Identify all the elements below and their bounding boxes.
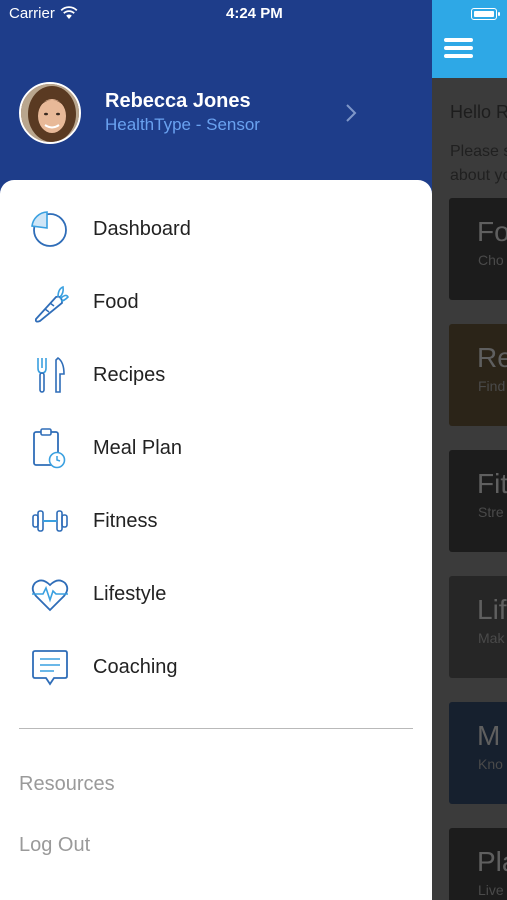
card-title: M bbox=[477, 720, 501, 751]
chevron-right-icon bbox=[346, 104, 357, 122]
dumbbell-icon bbox=[32, 510, 68, 532]
chat-bubble-icon bbox=[32, 650, 68, 686]
menu-item-dashboard[interactable]: Dashboard bbox=[0, 200, 432, 260]
menu-item-label: Meal Plan bbox=[93, 437, 182, 459]
profile-header[interactable]: Rebecca Jones HealthType - Sensor bbox=[0, 60, 432, 170]
status-bar: Carrier 4:24 PM bbox=[0, 0, 432, 26]
background-card[interactable]: Re Find bbox=[449, 324, 507, 426]
menu-item-label: Recipes bbox=[93, 364, 166, 386]
menu-item-label: Fitness bbox=[93, 510, 158, 532]
card-title: Fo bbox=[477, 216, 507, 247]
card-title: Lif bbox=[477, 594, 507, 625]
menu-item-meal-plan[interactable]: Meal Plan bbox=[0, 419, 432, 479]
card-subtitle: Find bbox=[478, 378, 506, 394]
card-title: Pla bbox=[477, 846, 507, 877]
menu-item-recipes[interactable]: Recipes bbox=[0, 346, 432, 406]
menu-item-food[interactable]: Food bbox=[0, 273, 432, 333]
heart-pulse-icon bbox=[31, 579, 69, 612]
hamburger-menu-icon[interactable] bbox=[444, 36, 473, 60]
menu-item-lifestyle[interactable]: Lifestyle bbox=[0, 565, 432, 625]
card-subtitle: Kno bbox=[478, 756, 503, 772]
navigation-drawer: Carrier 4:24 PM Rebecca Jones HealthType… bbox=[0, 0, 432, 900]
background-content: Hello R Please s about yo Fo Cho Re Find… bbox=[431, 78, 507, 900]
menu-list: Dashboard Food Recipes Meal Plan Fitness… bbox=[0, 180, 432, 900]
background-card[interactable]: Pla Live bbox=[449, 828, 507, 900]
background-screen: Hello R Please s about yo Fo Cho Re Find… bbox=[431, 0, 507, 900]
wifi-icon bbox=[60, 6, 78, 19]
menu-item-fitness[interactable]: Fitness bbox=[0, 492, 432, 552]
background-card[interactable]: Fit Stre bbox=[449, 450, 507, 552]
background-card[interactable]: Fo Cho bbox=[449, 198, 507, 300]
background-card[interactable]: M Kno bbox=[449, 702, 507, 804]
card-subtitle: Stre bbox=[478, 504, 504, 520]
status-time: 4:24 PM bbox=[226, 5, 283, 22]
battery-icon bbox=[471, 8, 500, 20]
background-greeting: Hello R bbox=[450, 102, 507, 122]
card-title: Fit bbox=[477, 468, 507, 499]
fork-knife-icon bbox=[37, 356, 65, 393]
avatar bbox=[19, 82, 81, 144]
menu-item-coaching[interactable]: Coaching bbox=[0, 638, 432, 698]
divider bbox=[19, 728, 413, 729]
profile-name: Rebecca Jones bbox=[105, 90, 251, 112]
background-intro-line: about yo bbox=[450, 167, 507, 184]
carrier-label: Carrier bbox=[9, 5, 55, 22]
clipboard-clock-icon bbox=[33, 428, 66, 469]
background-card[interactable]: Lif Mak bbox=[449, 576, 507, 678]
background-top-bar bbox=[431, 0, 507, 78]
menu-item-log-out[interactable]: Log Out bbox=[19, 834, 90, 857]
card-subtitle: Live bbox=[478, 882, 504, 898]
menu-item-label: Lifestyle bbox=[93, 583, 167, 605]
menu-item-resources[interactable]: Resources bbox=[19, 773, 115, 796]
background-intro: Please s about yo bbox=[450, 140, 507, 188]
card-subtitle: Cho bbox=[478, 252, 504, 268]
pie-chart-icon bbox=[31, 211, 67, 247]
menu-item-label: Coaching bbox=[93, 656, 178, 678]
profile-health-type: HealthType - Sensor bbox=[105, 115, 260, 134]
carrot-icon bbox=[34, 285, 69, 323]
card-subtitle: Mak bbox=[478, 630, 505, 646]
menu-item-label: Dashboard bbox=[93, 218, 191, 240]
menu-item-label: Food bbox=[93, 291, 139, 313]
background-intro-line: Please s bbox=[450, 143, 507, 160]
card-title: Re bbox=[477, 342, 507, 373]
